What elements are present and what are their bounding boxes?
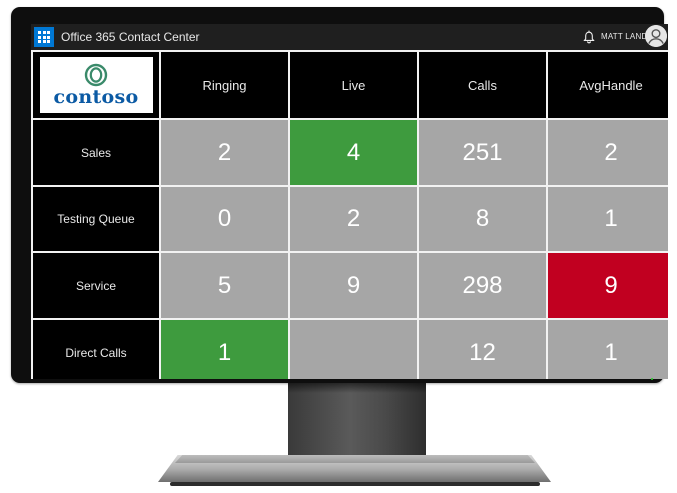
column-header-live: Live (290, 52, 417, 118)
metric-cell: 2 (548, 120, 668, 185)
row-label-testing-queue: Testing Queue (33, 187, 159, 251)
user-avatar-icon[interactable] (645, 25, 667, 47)
stand-base-top (175, 455, 535, 463)
logo-cell: contoso (33, 52, 159, 118)
metric-cell: 2 (161, 120, 288, 185)
row-label-service: Service (33, 253, 159, 318)
stand-shadow (288, 383, 426, 393)
column-header-avghandle: AvgHandle (548, 52, 668, 118)
app-title: Office 365 Contact Center (61, 30, 200, 44)
bell-icon[interactable] (583, 30, 595, 44)
contoso-logo-icon (84, 63, 108, 87)
app-screen: Office 365 Contact Center MATT LANDIS co… (31, 24, 668, 379)
title-bar: Office 365 Contact Center MATT LANDIS (31, 24, 668, 50)
metric-cell: 2 (290, 187, 417, 251)
metric-cell: 1 (161, 320, 288, 379)
metric-cell: 0 (161, 187, 288, 251)
power-led (651, 378, 653, 380)
row-label-direct-calls: Direct Calls (33, 320, 159, 379)
queue-dashboard-grid: contoso Ringing Live Calls AvgHandle Sal… (31, 50, 668, 379)
metric-cell: 12 (419, 320, 546, 379)
column-header-calls: Calls (419, 52, 546, 118)
row-label-sales: Sales (33, 120, 159, 185)
metric-cell: 9 (548, 253, 668, 318)
column-header-ringing: Ringing (161, 52, 288, 118)
contoso-logo: contoso (39, 57, 153, 113)
metric-cell: 5 (161, 253, 288, 318)
metric-cell: 9 (290, 253, 417, 318)
stand-feet (170, 482, 540, 486)
waffle-icon[interactable] (34, 27, 54, 47)
metric-cell: 4 (290, 120, 417, 185)
metric-cell: 298 (419, 253, 546, 318)
metric-cell: 251 (419, 120, 546, 185)
logo-text: contoso (53, 86, 139, 108)
metric-cell (290, 320, 417, 379)
metric-cell: 8 (419, 187, 546, 251)
metric-cell: 1 (548, 187, 668, 251)
monitor-stand-neck (288, 383, 426, 459)
monitor-frame: Office 365 Contact Center MATT LANDIS co… (11, 7, 668, 383)
metric-cell: 1 (548, 320, 668, 379)
